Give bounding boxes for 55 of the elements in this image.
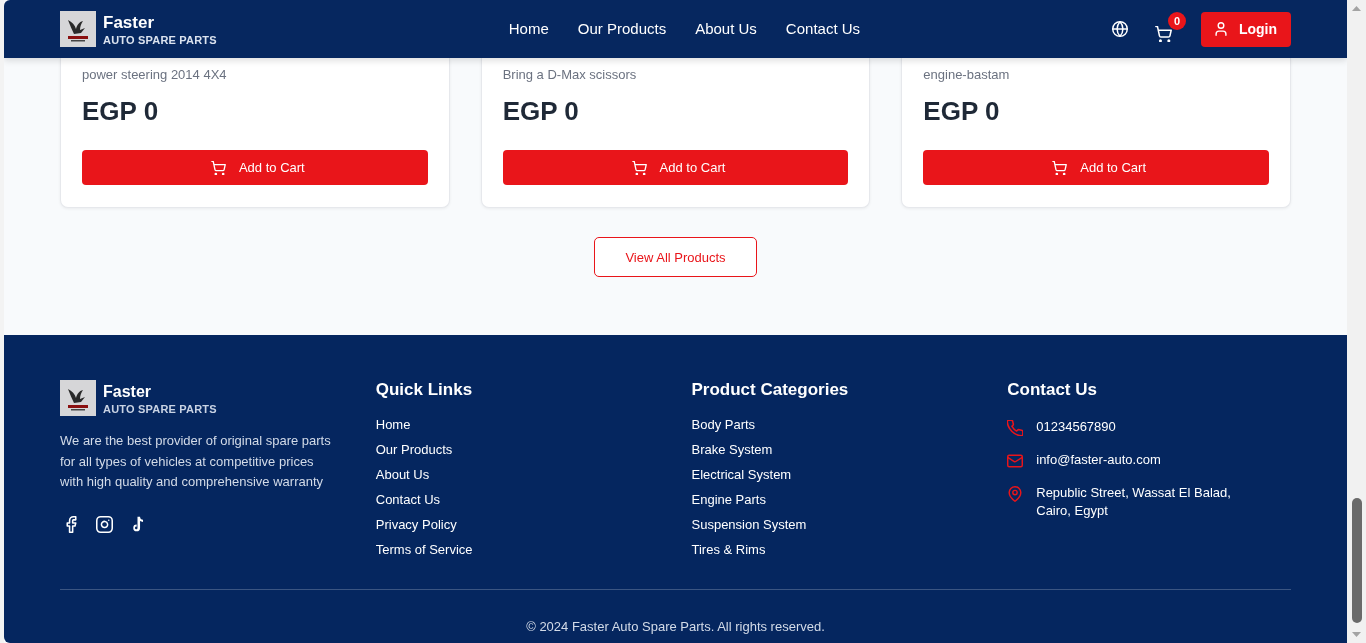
brand-tagline: AUTO SPARE PARTS: [103, 401, 217, 416]
product-price: EGP 0: [82, 95, 159, 127]
cart-icon: [1052, 160, 1068, 175]
instagram-icon[interactable]: [96, 515, 113, 533]
login-button[interactable]: Login: [1201, 11, 1291, 47]
globe-icon[interactable]: [1112, 21, 1128, 37]
add-to-cart-button[interactable]: Add to Cart: [82, 150, 428, 185]
copyright-text: © 2024 Faster Auto Spare Parts. All rights reserved.: [526, 618, 825, 636]
company-description: We are the best provider of original spare parts for all types of vehicles at competitive prices with high quality and comprehensive warranty: [60, 432, 332, 491]
nav-link[interactable]: Contact Us: [785, 19, 861, 39]
cart-icon: [1155, 25, 1172, 42]
brand-name: Faster: [103, 381, 152, 402]
product-name: engine-bastam: [923, 66, 1010, 84]
cart-count-badge: 0: [1168, 11, 1186, 30]
cart-icon: [631, 160, 647, 175]
contact-text: info@faster-auto.com: [1036, 451, 1161, 469]
product-price: EGP 0: [502, 95, 579, 127]
brand-name: Faster: [103, 12, 155, 33]
footer-link[interactable]: Contact Us: [375, 490, 441, 510]
brand-tagline: AUTO SPARE PARTS: [103, 32, 217, 47]
logo-icon: [60, 11, 96, 47]
cart-button[interactable]: 0: [1154, 11, 1186, 45]
product-name: power steering 2014 4X4: [82, 66, 227, 84]
category-link[interactable]: Tires & Rims: [691, 540, 766, 560]
category-link[interactable]: Suspension System: [691, 515, 807, 535]
footer-link[interactable]: Terms of Service: [375, 540, 473, 560]
add-to-cart-button[interactable]: Add to Cart: [502, 150, 849, 185]
footer-heading: Contact Us: [1007, 379, 1097, 401]
logo-icon: [60, 380, 96, 416]
category-link[interactable]: Electrical System: [691, 465, 792, 485]
product-name: Bring a D-Max scissors: [502, 66, 637, 84]
footer-heading: Product Categories: [691, 379, 849, 401]
contact-text: Republic Street, Wassat El Balad, Cairo, Egypt: [1036, 484, 1232, 520]
cart-icon: [210, 160, 226, 175]
user-icon: [1214, 22, 1227, 36]
nav-link[interactable]: Home: [508, 19, 549, 39]
view-all-products-button[interactable]: View All Products: [594, 237, 757, 277]
category-link[interactable]: Body Parts: [691, 415, 756, 435]
footer-link[interactable]: About Us: [375, 465, 430, 485]
category-link[interactable]: Brake System: [691, 440, 773, 460]
product-price: EGP 0: [923, 95, 1000, 127]
footer-link[interactable]: Privacy Policy: [375, 515, 457, 535]
mail-icon: [1007, 453, 1024, 469]
add-to-cart-button[interactable]: Add to Cart: [923, 150, 1269, 185]
footer-link[interactable]: Home: [375, 415, 411, 435]
scrollbar-thumb[interactable]: [1351, 498, 1362, 623]
footer-heading: Quick Links: [375, 379, 473, 401]
footer-link[interactable]: Our Products: [375, 440, 453, 460]
nav-link[interactable]: Our Products: [577, 19, 667, 39]
nav-link[interactable]: About Us: [695, 19, 757, 39]
phone-icon: [1007, 420, 1024, 436]
facebook-icon[interactable]: [63, 515, 80, 533]
map-pin-icon: [1007, 486, 1024, 502]
category-link[interactable]: Engine Parts: [691, 490, 766, 510]
contact-text: 01234567890: [1036, 418, 1116, 436]
